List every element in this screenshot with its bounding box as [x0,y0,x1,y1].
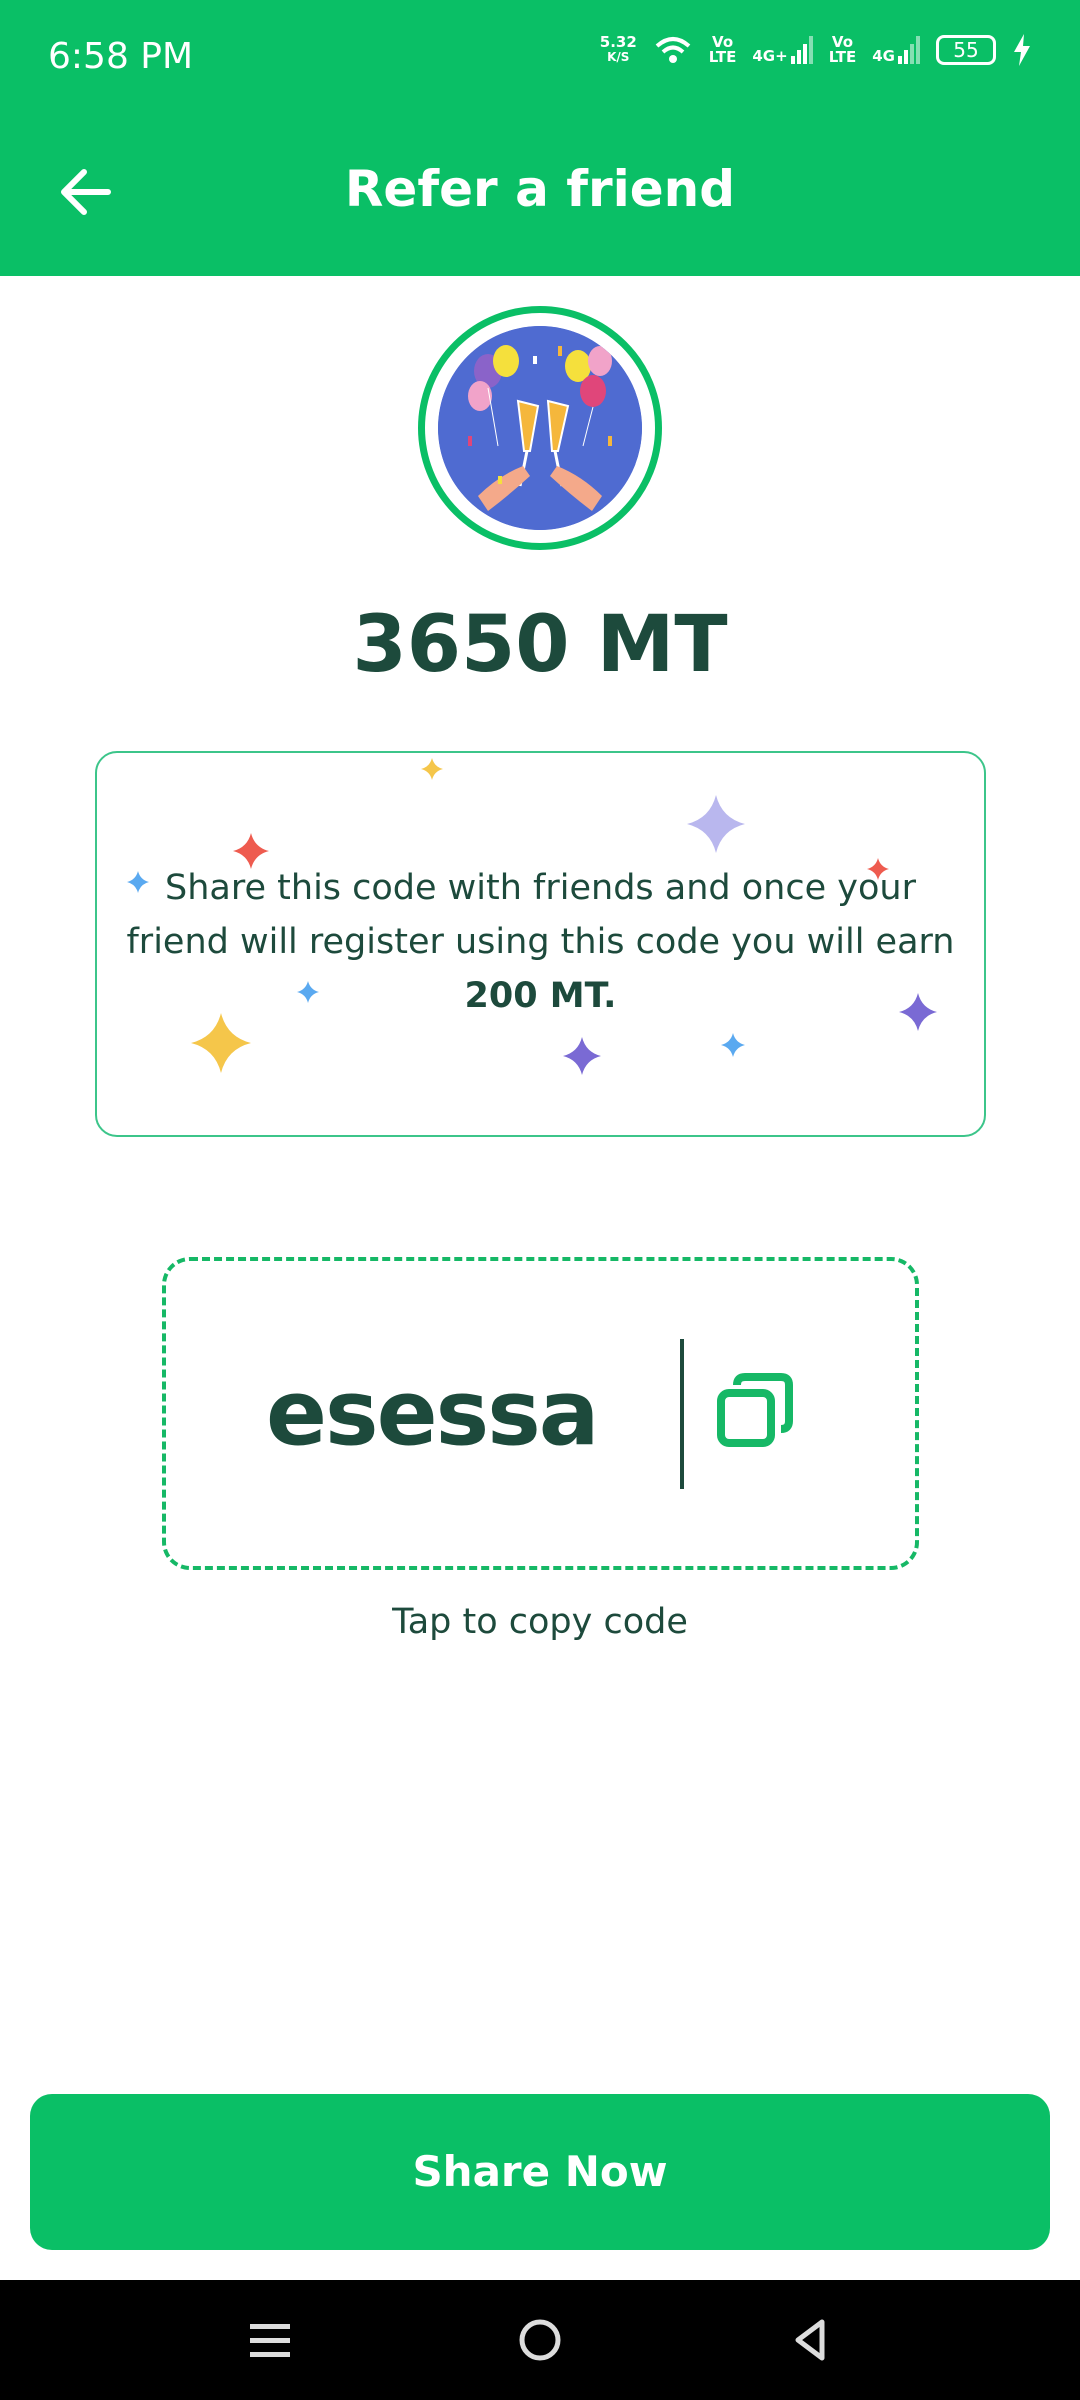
status-bar: 6:58 PM 5.32 K/S Vo LTE 4G+ Vo LTE 4G 55 [0,0,1080,110]
back-triangle-icon[interactable] [780,2310,840,2370]
celebration-illustration [438,326,642,530]
status-time: 6:58 PM [48,36,194,77]
sparkle-icon [687,795,745,853]
copy-hint: Tap to copy code [392,1602,688,1642]
sparkle-icon [563,1037,601,1075]
charging-icon [1014,34,1030,66]
battery-icon: 55 [936,35,996,65]
points-balance: 3650 MT [352,600,728,690]
copy-icon[interactable] [715,1371,795,1451]
referral-info-card: Share this code with friends and once yo… [95,751,986,1137]
menu-icon[interactable] [240,2310,300,2370]
signal-icon-1: 4G+ [752,36,813,64]
share-now-button[interactable]: Share Now [30,2094,1050,2250]
home-icon[interactable] [510,2310,570,2370]
volte-indicator-2: Vo LTE [828,33,857,66]
status-icons: 5.32 K/S Vo LTE 4G+ Vo LTE 4G 55 [600,34,1032,66]
referral-info-text: Share this code with friends and once yo… [126,868,955,1016]
code-divider [680,1339,684,1489]
celebration-avatar [418,306,662,550]
network-speed: 5.32 K/S [599,33,637,65]
system-nav-bar [0,2280,1080,2400]
page-title: Refer a friend [344,160,736,218]
sparkle-icon [421,758,443,780]
referral-code-box[interactable]: esessa [162,1257,919,1570]
signal-icon-2: 4G [872,36,920,64]
sparkle-icon [721,1033,745,1057]
referral-code[interactable]: esessa [266,1361,716,1466]
wifi-icon [655,37,691,63]
volte-indicator-1: Vo LTE [708,33,737,66]
app-bar: Refer a friend [0,110,1080,276]
